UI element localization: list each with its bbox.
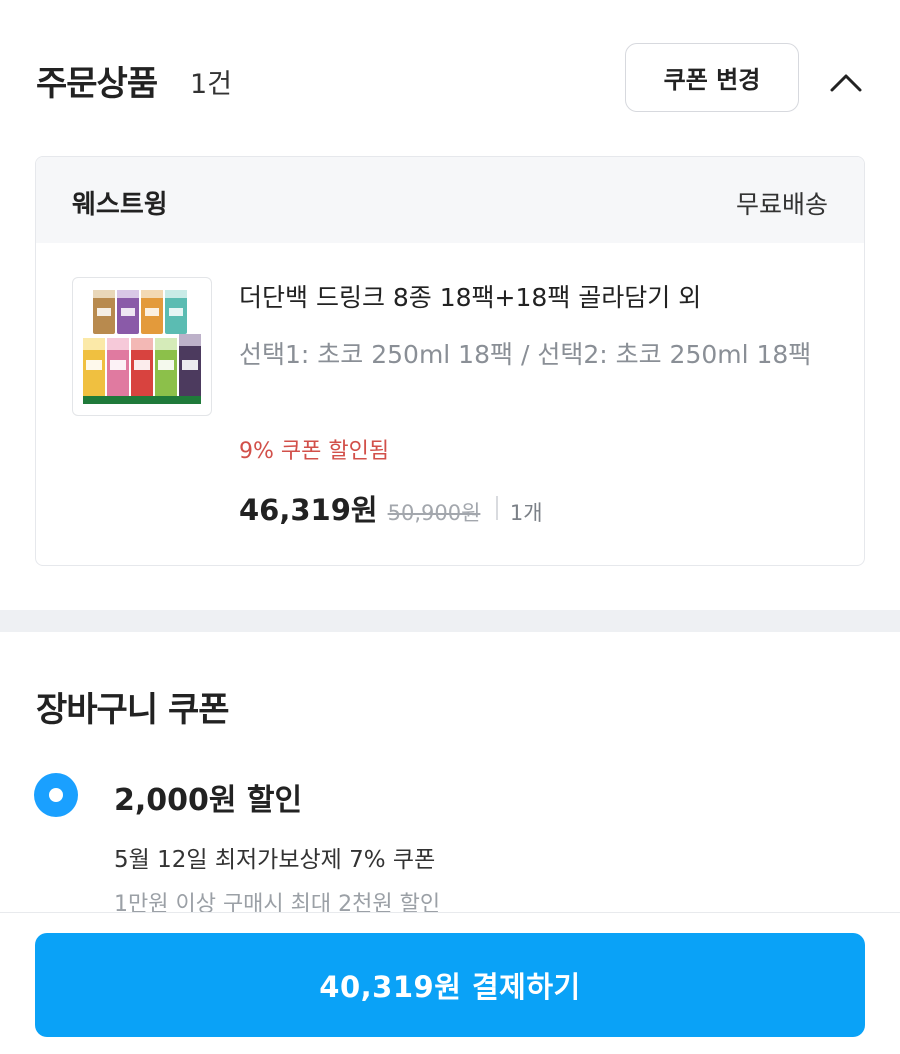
section-divider bbox=[0, 610, 900, 632]
seller-name[interactable]: 웨스트윙 bbox=[72, 184, 168, 221]
cart-coupon-title: 장바구니 쿠폰 bbox=[36, 690, 230, 730]
original-price: 50,900원 bbox=[387, 501, 481, 525]
product-option: 선택1: 초코 250ml 18팩 / 선택2: 초코 250ml 18팩 bbox=[239, 340, 812, 369]
product-thumbnail[interactable] bbox=[72, 277, 212, 416]
coupon-discount-note: 9% 쿠폰 할인됨 bbox=[239, 439, 390, 464]
change-coupon-button[interactable]: 쿠폰 변경 bbox=[625, 43, 799, 112]
sale-price: 46,319원 bbox=[239, 493, 378, 527]
pay-button[interactable]: 40,319원 결제하기 bbox=[35, 933, 865, 1037]
quantity: 1개 bbox=[509, 501, 543, 525]
divider bbox=[496, 496, 498, 520]
order-products-header: 주문상품 1건 쿠폰 변경 bbox=[0, 0, 900, 155]
bottom-pay-bar: 40,319원 결제하기 bbox=[0, 912, 900, 1054]
seller-card: 웨스트윙 무료배송 더단백 드링크 8종 18팩+18팩 골라담기 외 선택1:… bbox=[35, 156, 865, 566]
coupon-description: 5월 12일 최저가보상제 7% 쿠폰 bbox=[114, 847, 436, 873]
product-name[interactable]: 더단백 드링크 8종 18팩+18팩 골라담기 외 bbox=[239, 281, 839, 315]
coupon-amount[interactable]: 2,000원 할인 bbox=[114, 775, 302, 819]
price-row: 46,319원 50,900원 1개 bbox=[239, 487, 543, 529]
order-products-title: 주문상품 bbox=[36, 64, 158, 104]
seller-header: 웨스트윙 무료배송 bbox=[36, 157, 864, 243]
coupon-radio-selected[interactable] bbox=[34, 773, 78, 817]
chevron-up-icon[interactable] bbox=[826, 62, 866, 102]
order-products-count: 1건 bbox=[190, 69, 233, 100]
shipping-fee-label: 무료배송 bbox=[735, 190, 828, 219]
